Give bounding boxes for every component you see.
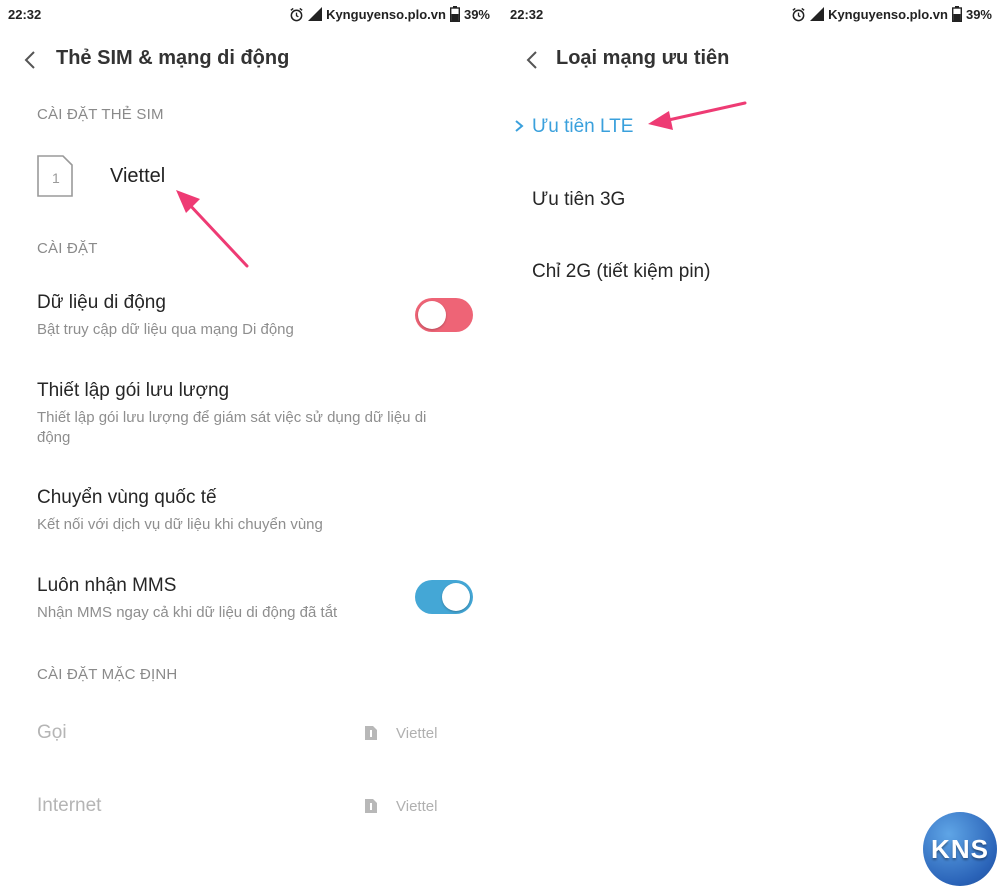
alarm-icon: [290, 7, 303, 21]
alarm-icon: [792, 7, 805, 21]
status-carrier: Kynguyenso.plo.vn: [828, 6, 948, 22]
status-time: 22:32: [8, 7, 42, 22]
mms-toggle[interactable]: [415, 580, 473, 614]
sim-settings-section: CÀI ĐẶT THẺ SIM: [37, 106, 164, 123]
default-internet-value[interactable]: Viettel: [396, 798, 437, 815]
mms-title: Luôn nhận MMS: [37, 575, 177, 596]
sim-small-icon: [365, 799, 377, 813]
mms-item[interactable]: Luôn nhận MMS Nhận MMS ngay cả khi dữ li…: [37, 575, 478, 623]
roaming-subtitle: Kết nối với dịch vụ dữ liệu khi chuyển v…: [37, 516, 323, 533]
option-lte[interactable]: Ưu tiên LTE: [532, 116, 633, 138]
sim-name[interactable]: Viettel: [110, 165, 165, 188]
battery-icon: [951, 6, 962, 22]
page-title: Loại mạng ưu tiên: [556, 47, 730, 69]
option-2g[interactable]: Chỉ 2G (tiết kiệm pin): [532, 261, 710, 283]
settings-section: CÀI ĐẶT: [37, 240, 98, 257]
default-settings-section: CÀI ĐẶT MẶC ĐỊNH: [37, 666, 178, 683]
toggle-knob: [418, 301, 446, 329]
status-right: Kynguyenso.plo.vn 39%: [289, 6, 490, 22]
data-plan-title: Thiết lập gói lưu lượng: [37, 380, 230, 401]
back-arrow-icon[interactable]: [20, 49, 42, 71]
sim-small-icon: [365, 726, 377, 740]
back-arrow-icon[interactable]: [522, 49, 544, 71]
status-carrier: Kynguyenso.plo.vn: [326, 6, 446, 22]
toggle-knob: [442, 583, 470, 611]
header: Thẻ SIM & mạng di động: [0, 40, 498, 80]
roaming-title: Chuyển vùng quốc tế: [37, 487, 217, 508]
data-plan-subtitle: Thiết lập gói lưu lượng để giám sát việc…: [37, 409, 427, 446]
status-bar: 22:32 Kynguyenso.plo.vn 39%: [502, 0, 1000, 28]
status-bar: 22:32 Kynguyenso.plo.vn 39%: [0, 0, 498, 28]
mms-subtitle: Nhận MMS ngay cả khi dữ liệu di động đã …: [37, 604, 338, 621]
sim-card-icon[interactable]: 1: [37, 155, 73, 197]
default-call-label[interactable]: Gọi: [37, 722, 67, 744]
sim-card-number: 1: [52, 170, 60, 186]
status-battery: 39%: [463, 6, 490, 22]
option-3g[interactable]: Ưu tiên 3G: [532, 189, 625, 211]
data-plan-item[interactable]: Thiết lập gói lưu lượng Thiết lập gói lư…: [37, 380, 478, 448]
default-call-value[interactable]: Viettel: [396, 725, 437, 742]
header: Loại mạng ưu tiên: [502, 40, 1000, 80]
signal-icon: [308, 7, 323, 21]
status-time: 22:32: [510, 7, 544, 22]
kns-watermark-logo: KNS: [923, 812, 997, 886]
battery-icon: [449, 6, 460, 22]
sim-network-screen: 22:32 Kynguyenso.plo.vn 39% Thẻ SIM & mạ…: [0, 0, 498, 889]
mobile-data-subtitle: Bật truy cập dữ liệu qua mạng Di động: [37, 321, 294, 338]
mobile-data-item[interactable]: Dữ liệu di động Bật truy cập dữ liệu qua…: [37, 292, 478, 340]
default-internet-label[interactable]: Internet: [37, 795, 101, 817]
mobile-data-title: Dữ liệu di động: [37, 292, 166, 313]
selected-chevron-icon: [515, 120, 524, 132]
status-battery: 39%: [965, 6, 992, 22]
status-right: Kynguyenso.plo.vn 39%: [791, 6, 992, 22]
mobile-data-toggle[interactable]: [415, 298, 473, 332]
signal-icon: [810, 7, 825, 21]
page-title: Thẻ SIM & mạng di động: [56, 47, 290, 69]
preferred-network-screen: 22:32 Kynguyenso.plo.vn 39% Loại mạng ưu…: [502, 0, 1000, 889]
roaming-item[interactable]: Chuyển vùng quốc tế Kết nối với dịch vụ …: [37, 487, 478, 535]
